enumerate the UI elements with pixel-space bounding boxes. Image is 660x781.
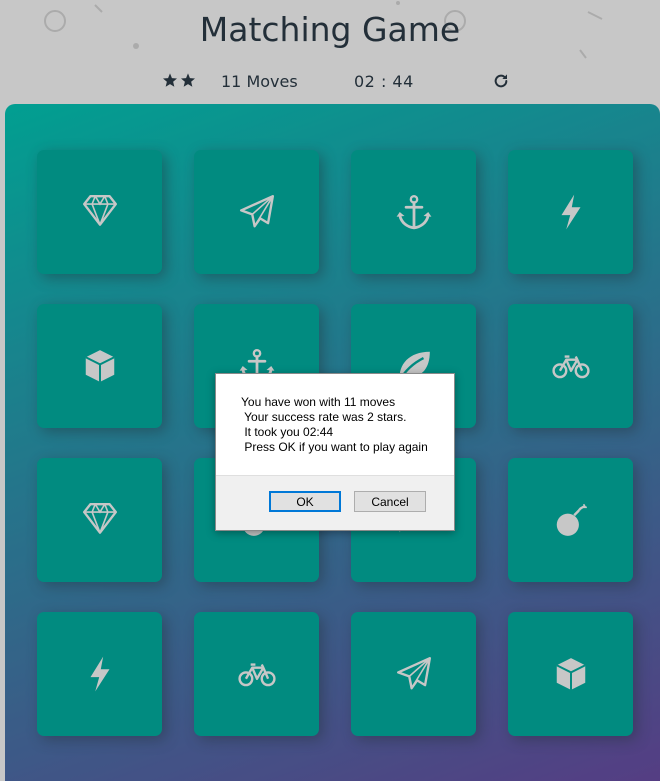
alert-dialog: You have won with 11 moves Your success … bbox=[215, 373, 455, 531]
cancel-button[interactable]: Cancel bbox=[354, 491, 426, 512]
dialog-line: Press OK if you want to play again bbox=[241, 440, 428, 454]
dialog-line: Your success rate was 2 stars. bbox=[241, 410, 407, 424]
dialog-footer: OK Cancel bbox=[216, 475, 454, 530]
dialog-message: You have won with 11 moves Your success … bbox=[241, 395, 428, 455]
ok-button[interactable]: OK bbox=[269, 491, 341, 512]
dialog-line: It took you 02:44 bbox=[241, 425, 334, 439]
dialog-line: You have won with 11 moves bbox=[241, 395, 396, 409]
